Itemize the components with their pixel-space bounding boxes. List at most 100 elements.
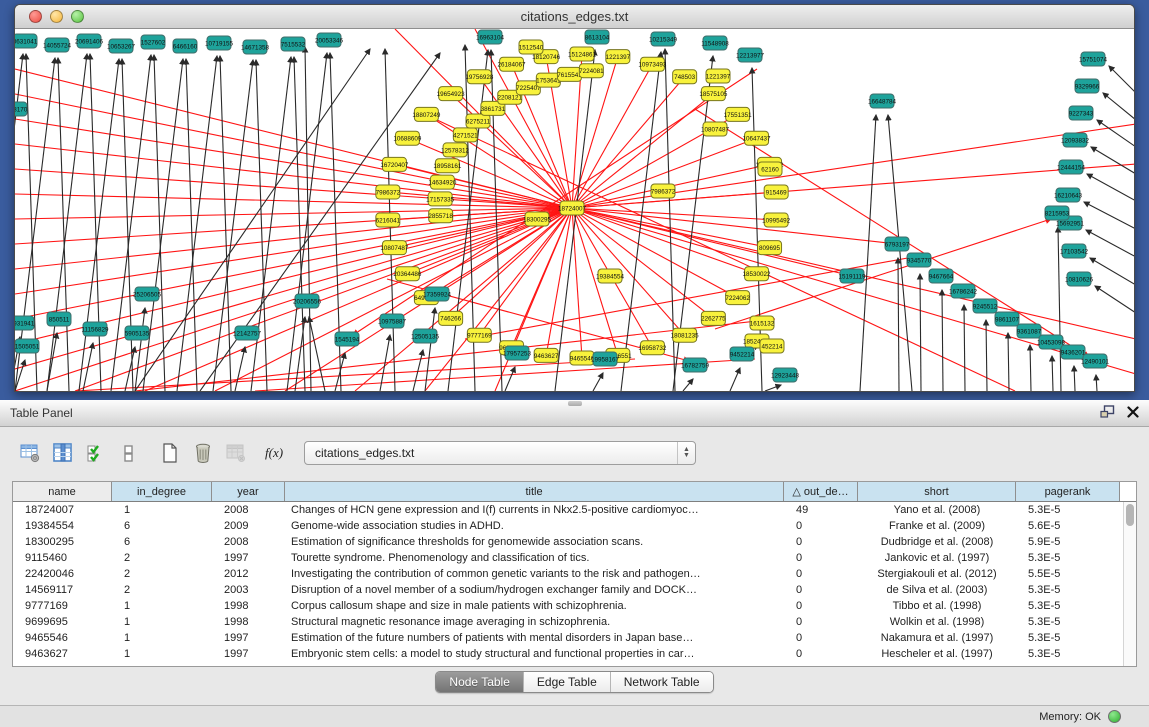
table-cell[interactable]: 0 [784, 518, 858, 534]
table-cell[interactable]: 0 [784, 630, 858, 646]
table-cell[interactable]: 0 [784, 646, 858, 662]
table-row[interactable]: 1456911722003Disruption of a novel membe… [13, 582, 1136, 598]
table-row[interactable]: 1872400712008Changes of HCN gene express… [13, 502, 1136, 518]
table-cell[interactable]: Disruption of a novel member of a sodium… [285, 582, 784, 598]
table-cell[interactable]: Changes of HCN gene expression and I(f) … [285, 502, 784, 518]
table-cell[interactable]: 0 [784, 614, 858, 630]
table-options-button[interactable] [16, 439, 44, 467]
column-visibility-button[interactable] [49, 439, 77, 467]
table-cell[interactable]: Nakamura et al. (1997) [858, 630, 1016, 646]
tab-edge-table[interactable]: Edge Table [524, 672, 611, 692]
table-cell[interactable]: 9463627 [13, 646, 112, 662]
table-cell[interactable]: Dudbridge et al. (2008) [858, 534, 1016, 550]
column-header-title[interactable]: title [285, 482, 784, 501]
table-cell[interactable]: 5.3E-5 [1016, 630, 1120, 646]
table-cell[interactable]: 2 [112, 550, 212, 566]
table-cell[interactable]: 5.3E-5 [1016, 614, 1120, 630]
table-cell[interactable]: 1997 [212, 550, 285, 566]
table-row[interactable]: 2242004622012Investigating the contribut… [13, 566, 1136, 582]
table-cell[interactable]: 1997 [212, 630, 285, 646]
table-cell[interactable]: Franke et al. (2009) [858, 518, 1016, 534]
vertical-scrollbar[interactable] [1123, 502, 1136, 666]
table-cell[interactable]: Jankovic et al. (1997) [858, 550, 1016, 566]
table-cell[interactable]: 1 [112, 614, 212, 630]
table-cell[interactable]: 6 [112, 518, 212, 534]
tab-network-table[interactable]: Network Table [611, 672, 713, 692]
table-cell[interactable]: 0 [784, 566, 858, 582]
table-cell[interactable]: 14569117 [13, 582, 112, 598]
float-panel-icon[interactable] [1100, 405, 1115, 423]
table-cell[interactable]: Estimation of the future numbers of pati… [285, 630, 784, 646]
table-cell[interactable]: 1997 [212, 646, 285, 662]
table-cell[interactable]: 0 [784, 598, 858, 614]
function-builder-button[interactable]: f(x) [261, 439, 289, 467]
table-cell[interactable]: 19384554 [13, 518, 112, 534]
table-cell[interactable]: 5.5E-5 [1016, 566, 1120, 582]
table-cell[interactable]: 0 [784, 550, 858, 566]
column-header-out_de[interactable]: △ out_de… [784, 482, 858, 501]
table-cell[interactable]: 5.6E-5 [1016, 518, 1120, 534]
table-cell[interactable]: de Silva et al. (2003) [858, 582, 1016, 598]
table-cell[interactable]: 0 [784, 534, 858, 550]
table-cell[interactable]: 2003 [212, 582, 285, 598]
table-cell[interactable]: Genome-wide association studies in ADHD. [285, 518, 784, 534]
table-cell[interactable]: 49 [784, 502, 858, 518]
table-cell[interactable]: Estimation of significance thresholds fo… [285, 534, 784, 550]
table-cell[interactable]: Corpus callosum shape and size in male p… [285, 598, 784, 614]
table-cell[interactable]: 1 [112, 598, 212, 614]
table-cell[interactable]: 5.3E-5 [1016, 502, 1120, 518]
table-cell[interactable]: 1 [112, 630, 212, 646]
table-cell[interactable]: 2012 [212, 566, 285, 582]
table-cell[interactable]: 18724007 [13, 502, 112, 518]
table-cell[interactable]: 5.9E-5 [1016, 534, 1120, 550]
table-cell[interactable]: 9115460 [13, 550, 112, 566]
column-header-year[interactable]: year [212, 482, 285, 501]
table-selector-dropdown[interactable]: citations_edges.txt ▲▼ [304, 441, 696, 465]
table-row[interactable]: 1830029562008Estimation of significance … [13, 534, 1136, 550]
column-header-pagerank[interactable]: pagerank [1016, 482, 1120, 501]
table-cell[interactable]: 2008 [212, 502, 285, 518]
column-header-name[interactable]: name [13, 482, 112, 501]
table-cell[interactable]: Yano et al. (2008) [858, 502, 1016, 518]
table-cell[interactable]: Wolkin et al. (1998) [858, 614, 1016, 630]
table-row[interactable]: 977716911998Corpus callosum shape and si… [13, 598, 1136, 614]
table-cell[interactable]: Tibbo et al. (1998) [858, 598, 1016, 614]
table-row[interactable]: 946554611997Estimation of the future num… [13, 630, 1136, 646]
table-cell[interactable]: Investigating the contribution of common… [285, 566, 784, 582]
network-canvas[interactable]: 1512486112213971097349374850318575105175… [15, 29, 1134, 391]
table-cell[interactable]: 2 [112, 582, 212, 598]
table-cell[interactable]: 0 [784, 582, 858, 598]
table-cell[interactable]: Structural magnetic resonance image aver… [285, 614, 784, 630]
scrollbar-thumb[interactable] [1126, 504, 1134, 526]
close-panel-icon[interactable] [1127, 405, 1139, 423]
close-window-button[interactable] [29, 10, 42, 23]
table-cell[interactable]: 1 [112, 502, 212, 518]
table-cell[interactable]: 2008 [212, 534, 285, 550]
table-cell[interactable]: 9699695 [13, 614, 112, 630]
zoom-window-button[interactable] [71, 10, 84, 23]
table-row[interactable]: 946362711997Embryonic stem cells: a mode… [13, 646, 1136, 662]
table-cell[interactable]: 5.3E-5 [1016, 598, 1120, 614]
table-cell[interactable]: 5.3E-5 [1016, 550, 1120, 566]
deselect-all-button[interactable] [115, 439, 143, 467]
panel-resize-grip[interactable] [568, 401, 582, 406]
table-cell[interactable]: 5.3E-5 [1016, 646, 1120, 662]
table-row[interactable]: 969969511998Structural magnetic resonanc… [13, 614, 1136, 630]
table-cell[interactable]: 1998 [212, 598, 285, 614]
table-cell[interactable]: Stergiakouli et al. (2012) [858, 566, 1016, 582]
window-titlebar[interactable]: citations_edges.txt [15, 5, 1134, 29]
new-table-button[interactable] [156, 439, 184, 467]
table-row[interactable]: 1938455462009Genome-wide association stu… [13, 518, 1136, 534]
table-cell[interactable]: 2009 [212, 518, 285, 534]
tab-node-table[interactable]: Node Table [436, 672, 524, 692]
table-cell[interactable]: 6 [112, 534, 212, 550]
table-cell[interactable]: 9465546 [13, 630, 112, 646]
table-cell[interactable]: Tourette syndrome. Phenomenology and cla… [285, 550, 784, 566]
column-header-in_degree[interactable]: in_degree [112, 482, 212, 501]
table-row[interactable]: 911546021997Tourette syndrome. Phenomeno… [13, 550, 1136, 566]
delete-table-button[interactable] [222, 439, 250, 467]
delete-button[interactable] [189, 439, 217, 467]
table-cell[interactable]: 1 [112, 646, 212, 662]
table-cell[interactable]: Hescheler et al. (1997) [858, 646, 1016, 662]
column-header-short[interactable]: short [858, 482, 1016, 501]
